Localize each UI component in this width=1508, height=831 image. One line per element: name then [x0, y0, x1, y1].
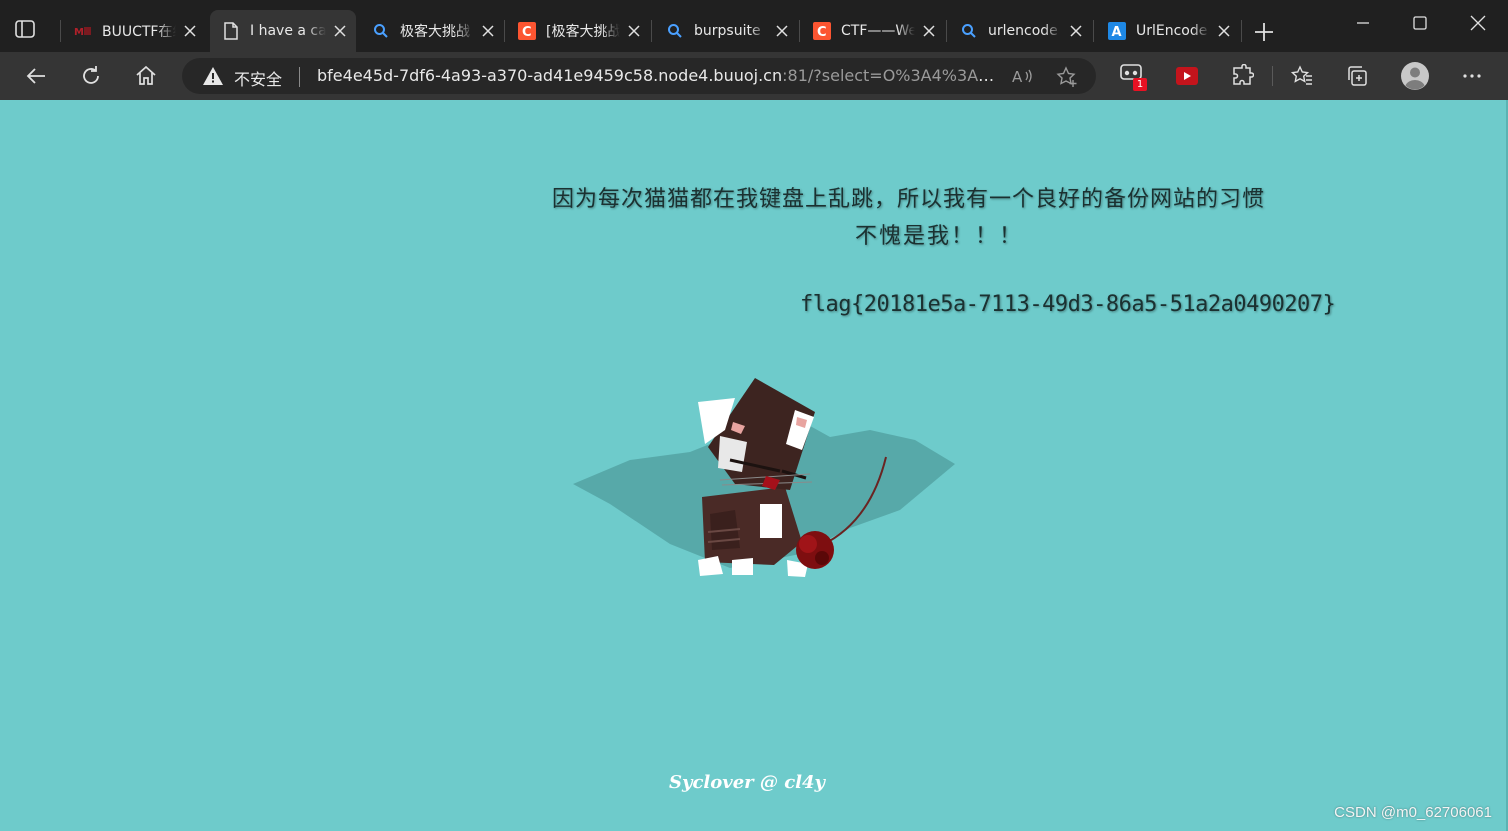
tab-urlencode-tool[interactable]: A UrlEncode	[1096, 10, 1240, 52]
close-icon[interactable]	[182, 23, 198, 39]
csdn-watermark: CSDN @m0_62706061	[1334, 804, 1492, 821]
tab-title: I have a cat	[250, 23, 326, 39]
tab-title: 极客大挑战	[400, 24, 470, 40]
search-icon	[666, 22, 684, 40]
profile-avatar-icon[interactable]	[1400, 61, 1430, 91]
new-tab-icon[interactable]	[1252, 20, 1276, 44]
warning-icon[interactable]	[202, 66, 224, 86]
svg-text:C: C	[817, 25, 827, 40]
tab-buuctf[interactable]: M BUUCTF在线评测	[62, 10, 206, 52]
url-rest: :81/?select=O%3A4%3A"Na...	[782, 66, 997, 85]
extension-badge: 1	[1133, 78, 1147, 91]
page-content: 因为每次猫猫都在我键盘上乱跳，所以我有一个良好的备份网站的习惯 不愧是我！！！ …	[0, 100, 1508, 831]
intro-text-line2: 不愧是我！！！	[854, 224, 1023, 249]
address-divider	[299, 67, 300, 87]
tab-actions-icon[interactable]	[14, 18, 36, 40]
close-icon[interactable]	[626, 23, 642, 39]
collections-icon[interactable]	[1345, 64, 1369, 88]
tab-title: [极客大挑战	[546, 24, 620, 40]
tab-title: UrlEncode	[1136, 23, 1208, 39]
refresh-icon[interactable]	[79, 64, 103, 88]
cat-illustration	[573, 378, 955, 577]
favorites-icon[interactable]	[1290, 64, 1314, 88]
tab-i-have-a-cat[interactable]: I have a cat	[210, 10, 356, 52]
csdn-icon: C	[518, 22, 536, 40]
close-icon[interactable]	[1216, 23, 1232, 39]
tab-csdn-ctf-web[interactable]: C CTF——Web	[801, 10, 945, 52]
video-extension-icon[interactable]	[1175, 64, 1199, 88]
tab-search-urlencode[interactable]: urlencode	[948, 10, 1092, 52]
address-bar[interactable]: 不安全 bfe4e45d-7df6-4a93-a370-ad41e9459c58…	[182, 58, 1096, 94]
close-icon[interactable]	[774, 23, 790, 39]
security-label[interactable]: 不安全	[234, 66, 282, 90]
tab-csdn-jike[interactable]: C [极客大挑战	[506, 10, 650, 52]
maximize-icon[interactable]	[1409, 12, 1431, 34]
minimize-icon[interactable]	[1352, 12, 1374, 34]
flag-text: flag{20181e5a-7113-49d3-86a5-51a2a049020…	[800, 292, 1336, 317]
tab-title: CTF——Web	[841, 23, 915, 39]
intro-text-line1: 因为每次猫猫都在我键盘上乱跳，所以我有一个良好的备份网站的习惯	[552, 187, 1266, 212]
tab-search-burpsuite[interactable]: burpsuite	[654, 10, 798, 52]
tab-strip: M BUUCTF在线评测 I have a cat 极客大挑战 C [极客大挑战	[0, 0, 1508, 52]
extensions-icon[interactable]	[1230, 64, 1254, 88]
footer-credit: Syclover @ cl4y	[669, 772, 825, 793]
url-host: bfe4e45d-7df6-4a93-a370-ad41e9459c58.nod…	[317, 66, 783, 85]
svg-text:A: A	[1012, 68, 1023, 86]
close-icon[interactable]	[332, 23, 348, 39]
close-icon[interactable]	[480, 23, 496, 39]
browser-toolbar: 不安全 bfe4e45d-7df6-4a93-a370-ad41e9459c58…	[0, 52, 1508, 100]
search-icon	[372, 22, 390, 40]
svg-text:C: C	[522, 25, 532, 40]
search-icon	[960, 22, 978, 40]
tab-search-jike[interactable]: 极客大挑战	[360, 10, 504, 52]
close-icon[interactable]	[921, 23, 937, 39]
tab-title: BUUCTF在线评测	[102, 24, 176, 40]
add-favorite-icon[interactable]	[1056, 66, 1078, 88]
tab-title: urlencode	[988, 23, 1058, 39]
home-icon[interactable]	[134, 64, 158, 88]
more-menu-icon[interactable]	[1460, 64, 1484, 88]
extension-hackbar[interactable]: 1	[1120, 63, 1147, 91]
back-icon[interactable]	[24, 64, 48, 88]
page-icon	[222, 22, 240, 40]
svg-text:M: M	[74, 27, 84, 38]
tool-a-icon: A	[1108, 22, 1126, 40]
url-text[interactable]: bfe4e45d-7df6-4a93-a370-ad41e9459c58.nod…	[317, 66, 997, 85]
close-icon[interactable]	[1068, 23, 1084, 39]
tab-title: burpsuite	[694, 23, 761, 39]
csdn-icon: C	[813, 22, 831, 40]
read-aloud-icon[interactable]: A	[1012, 66, 1034, 86]
toolbar-divider	[1272, 66, 1273, 86]
window-close-icon[interactable]	[1467, 12, 1489, 34]
buuctf-icon: M	[74, 22, 92, 40]
svg-text:A: A	[1112, 25, 1122, 40]
